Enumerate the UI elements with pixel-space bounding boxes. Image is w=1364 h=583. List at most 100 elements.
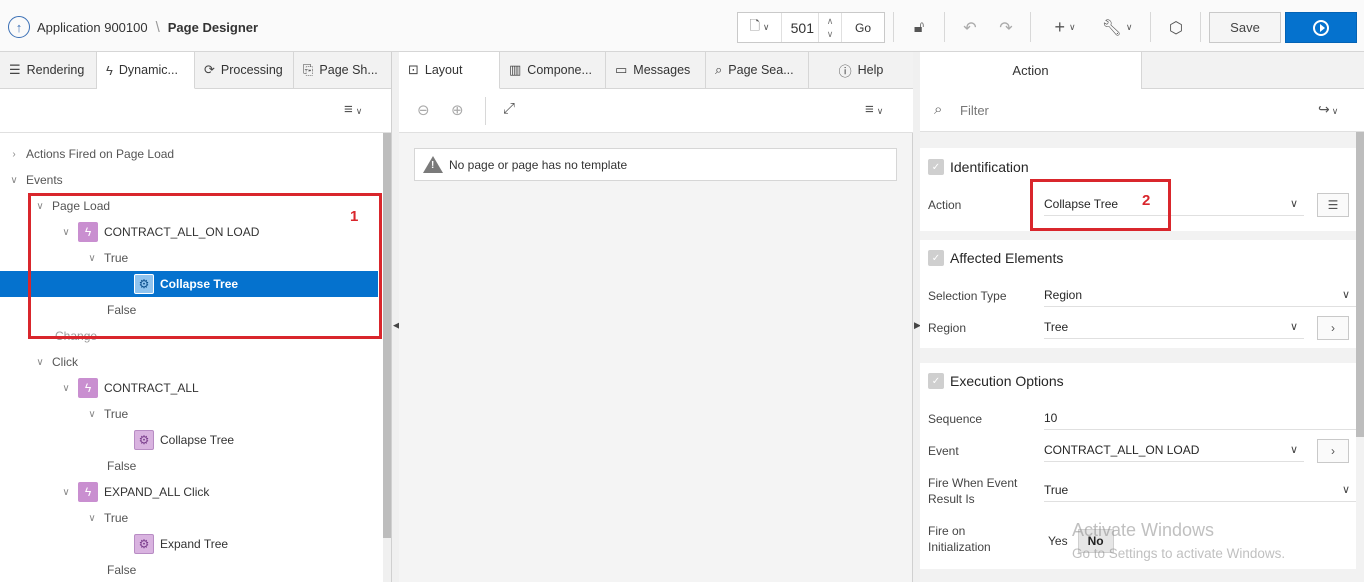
utilities-menu-button[interactable]: 🔧︎ ∨ [1098,12,1136,43]
expand-icon[interactable]: ⤢ [503,100,515,117]
left-splitter[interactable]: ◀ [392,52,400,582]
chevron-down-icon[interactable]: ∨ [827,28,834,41]
sequence-value: 10 [1044,410,1058,425]
page-number-input[interactable]: 501 [782,13,818,42]
toolbar-divider [1030,12,1031,42]
event-select[interactable]: CONTRACT_ALL_ON LOAD ∨ [1044,438,1304,462]
tree-node-true[interactable]: ∨ True [86,505,128,531]
tree-node-label: Events [26,173,63,187]
collapse-toggle-icon[interactable]: ✓ [928,373,944,389]
yes-option[interactable]: Yes [1048,534,1068,548]
event-label: Event [928,444,959,458]
lock-icon[interactable]: 🔓︎ [906,12,932,43]
toolbar-divider [1200,12,1201,42]
tab-action[interactable]: Action [920,52,1142,89]
tree-node-label: Actions Fired on Page Load [26,147,175,161]
tree-node-false[interactable]: False [107,557,136,583]
tab-component-view[interactable]: ▥ Compone... [500,52,606,88]
tab-dynamic-actions[interactable]: ϟ Dynamic... [97,52,195,89]
fire-when-select[interactable]: True ∨ [1044,478,1356,502]
create-menu-button[interactable]: + ∨ [1046,12,1084,43]
tree-node-false[interactable]: False [107,453,136,479]
tree-node-actions-on-load[interactable]: › Actions Fired on Page Load [8,141,174,167]
collapse-toggle-icon[interactable]: ✓ [928,250,944,266]
tab-messages[interactable]: ▭ Messages [606,52,706,88]
tab-layout[interactable]: ⊡ Layout [399,52,500,89]
chevron-right-icon[interactable]: › [8,149,20,160]
center-tab-bar: ⊡ Layout ▥ Compone... ▭ Messages ⌕ Page Sea.… [399,52,913,89]
collapse-toggle-icon[interactable]: ✓ [928,159,944,175]
layout-toolbar: ⊖ ⊕ ⤢ ≡ ∨ [399,89,913,133]
filter-input[interactable]: Filter [960,103,989,118]
chevron-down-icon: ∨ [355,106,363,116]
breadcrumb-application[interactable]: Application 900100 [37,20,148,35]
go-to-group-menu-icon[interactable]: ↪ ∨ [1318,101,1338,118]
tree-node-label: True [104,511,129,525]
tab-label: Page Sh... [319,63,378,77]
save-button[interactable]: Save [1209,12,1281,43]
page-number-stepper[interactable]: ∧ ∨ [818,13,842,42]
chevron-down-icon[interactable]: ∨ [86,409,98,420]
tab-help[interactable]: ⓘ Help [809,52,913,88]
chevron-up-icon[interactable]: ∧ [827,15,834,28]
tree-node-events[interactable]: ∨ Events [8,167,63,193]
chevron-down-icon: ∨ [1289,444,1298,456]
tab-rendering[interactable]: ☰ Rendering [0,52,97,88]
up-arrow-icon[interactable]: ↑ [8,16,30,38]
tree-node-dynamic-action[interactable]: ∨ ϟ CONTRACT_ALL [60,375,199,401]
tree-node-dynamic-action[interactable]: ∨ ϟ EXPAND_ALL Click [60,479,209,505]
hamburger-menu-icon[interactable]: ≡ ∨ [344,101,362,118]
tab-page-search[interactable]: ⌕ Page Sea... [706,52,809,88]
fire-when-label-line: Result Is [928,492,975,506]
tree-node-label: False [107,459,137,473]
affected-elements-header[interactable]: ✓ Affected Elements [928,248,1063,268]
tab-processing[interactable]: ⟳ Processing [195,52,294,88]
search-icon: ⌕ [934,101,943,118]
selection-type-select[interactable]: Region ∨ [1044,283,1356,307]
tree-node-label: EXPAND_ALL Click [104,485,210,499]
shared-components-icon[interactable]: ⬡ [1163,12,1189,43]
chevron-down-icon[interactable]: ∨ [60,383,72,394]
chevron-down-icon[interactable]: ∨ [60,487,72,498]
tree-node-label: Collapse Tree [160,433,235,447]
go-to-event-button[interactable]: › [1317,439,1349,463]
undo-icon[interactable]: ↶ [958,12,982,43]
scrollbar-thumb[interactable] [383,133,391,538]
page-icon: 🗋 [749,17,760,33]
zoom-out-icon[interactable]: ⊖ [417,101,430,119]
list-of-values-button[interactable]: ☰ [1317,193,1349,217]
run-page-button[interactable] [1285,12,1357,43]
region-select[interactable]: Tree ∨ [1044,315,1304,339]
execution-options-header[interactable]: ✓ Execution Options [928,371,1064,391]
left-scrollbar[interactable] [383,133,391,582]
chevron-down-icon[interactable]: ∨ [34,357,46,368]
sequence-input[interactable]: 10 [1044,406,1356,430]
lightning-icon: ϟ [78,378,98,398]
right-splitter[interactable]: ▶ [913,52,921,582]
breadcrumb-page-designer: Page Designer [167,19,259,35]
tree-node-true[interactable]: ∨ True [86,401,128,427]
warning-icon: ! [423,156,443,173]
top-toolbar: ↑ Application 900100 \ Page Designer 🗋 ∨ … [0,0,1364,52]
hamburger-menu-icon[interactable]: ≡ ∨ [865,101,883,118]
right-scrollbar[interactable] [1356,132,1364,437]
activate-windows-subtext: Go to Settings to activate Windows. [1072,546,1286,561]
group-title: Affected Elements [950,250,1064,266]
tree-node-label: Expand Tree [160,537,229,551]
chevron-down-icon[interactable]: ∨ [8,175,20,186]
list-icon: ☰ [9,62,21,77]
annotation-number-2: 2 [1142,192,1151,209]
tree-node-click[interactable]: ∨ Click [34,349,78,375]
go-to-region-button[interactable]: › [1317,316,1349,340]
tree-node-action[interactable]: ⚙ Expand Tree [134,531,228,557]
redo-icon[interactable]: ↷ [994,12,1018,43]
fire-on-init-label-line: Initialization [928,540,991,554]
tree-node-action[interactable]: ⚙ Collapse Tree [134,427,234,453]
identification-header[interactable]: ✓ Identification [928,157,1029,177]
page-menu-button[interactable]: 🗋 ∨ [738,13,782,42]
go-button[interactable]: Go [842,13,884,42]
tab-page-shared[interactable]: ⎘ Page Sh... [294,52,391,88]
chevron-down-icon[interactable]: ∨ [86,513,98,524]
zoom-in-icon[interactable]: ⊕ [451,101,464,119]
layout-icon: ⊡ [408,62,419,77]
